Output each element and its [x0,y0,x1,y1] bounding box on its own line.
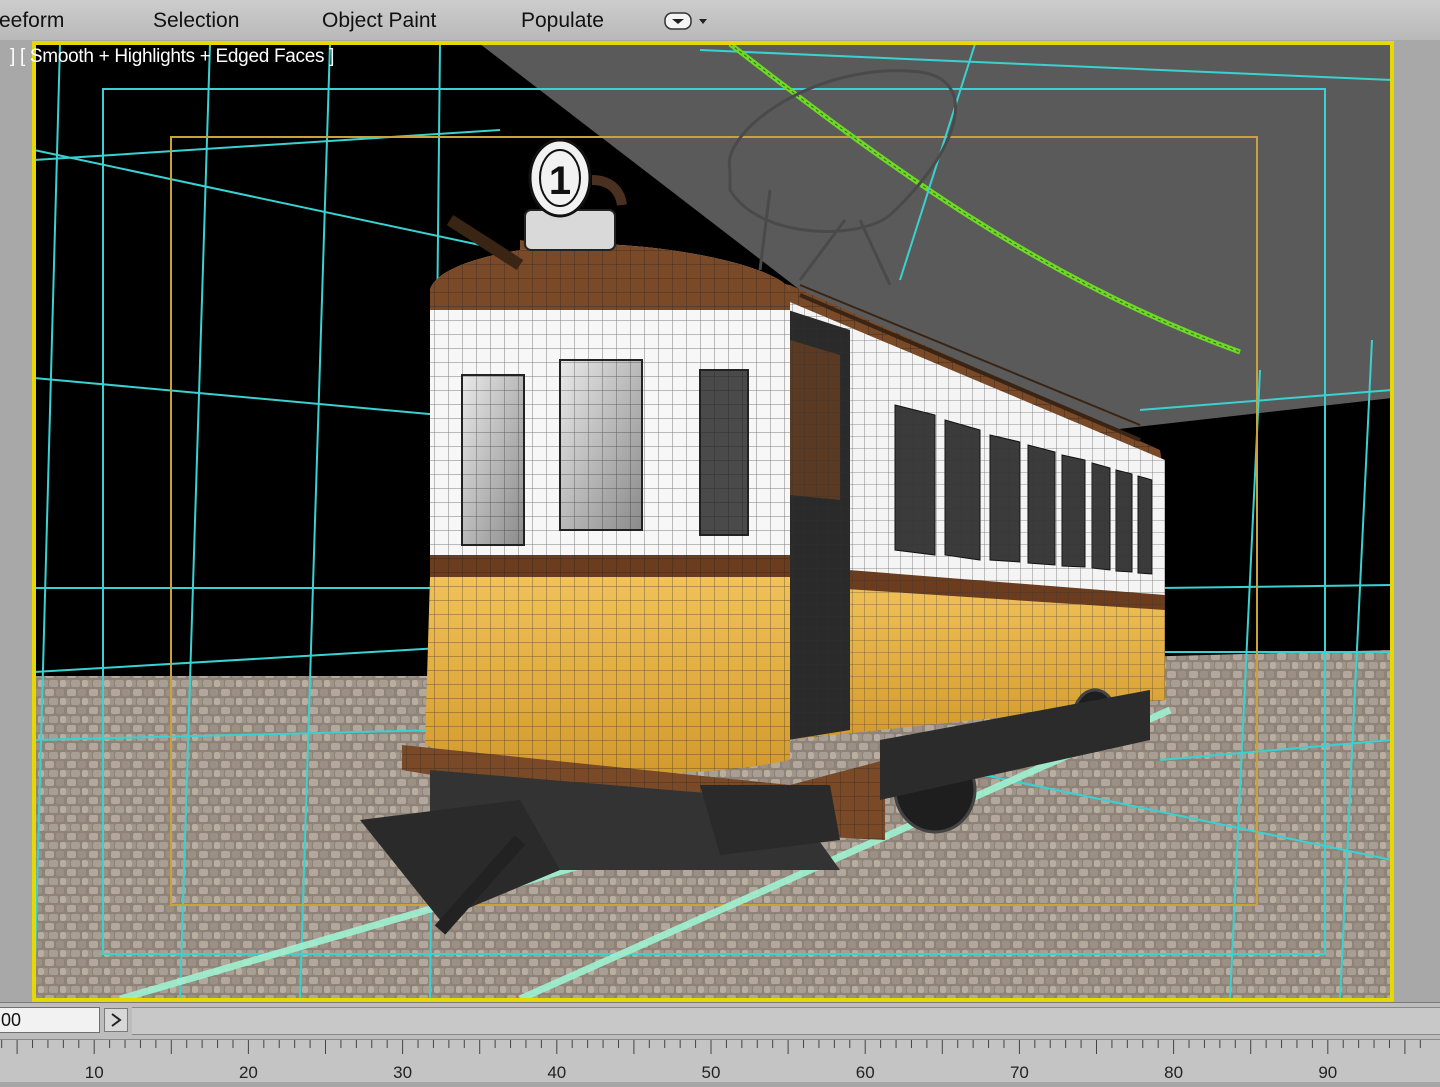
next-arrow-icon [111,1013,122,1027]
viewport-shading-label[interactable]: ] [ Smooth + Highlights + Edged Faces ] [10,46,334,68]
ruler-label: 80 [1164,1063,1183,1082]
ruler-label: 90 [1318,1063,1337,1082]
time-slider-panel: 00 10 20 30 40 50 60 70 80 90 [0,1002,1440,1082]
ruler-ticks: 10 20 30 40 50 60 70 80 90 [1,1040,1421,1082]
ruler-label: 50 [702,1063,721,1082]
ruler-label: 20 [239,1063,258,1082]
scene-content: 1 [33,42,1393,1003]
track-bar-ruler[interactable]: 10 20 30 40 50 60 70 80 90 [0,1039,1440,1082]
time-slider-track[interactable] [132,1007,1440,1035]
ruler-label: 60 [856,1063,875,1082]
ruler-label: 10 [85,1063,104,1082]
ruler-label: 40 [547,1063,566,1082]
tab-object-paint[interactable]: Object Paint [322,8,436,34]
tram-number: 1 [549,159,571,203]
frame-counter-field[interactable]: 00 [0,1007,100,1033]
ruler-label: 30 [393,1063,412,1082]
tab-populate[interactable]: Populate [521,8,604,34]
tab-freeform[interactable]: reeform [0,8,64,34]
ribbon-options-button[interactable] [664,11,712,31]
ruler-label: 70 [1010,1063,1029,1082]
dropdown-options-icon [664,12,707,30]
perspective-viewport[interactable]: 1 ] [ Smooth + Highlights + Edged Faces … [0,40,1440,1003]
ribbon-tab-bar: reeform Selection Object Paint Populate [0,0,1440,41]
tab-selection[interactable]: Selection [153,8,239,34]
next-frame-button[interactable] [104,1008,128,1032]
viewport-scene: 1 [0,40,1440,1003]
